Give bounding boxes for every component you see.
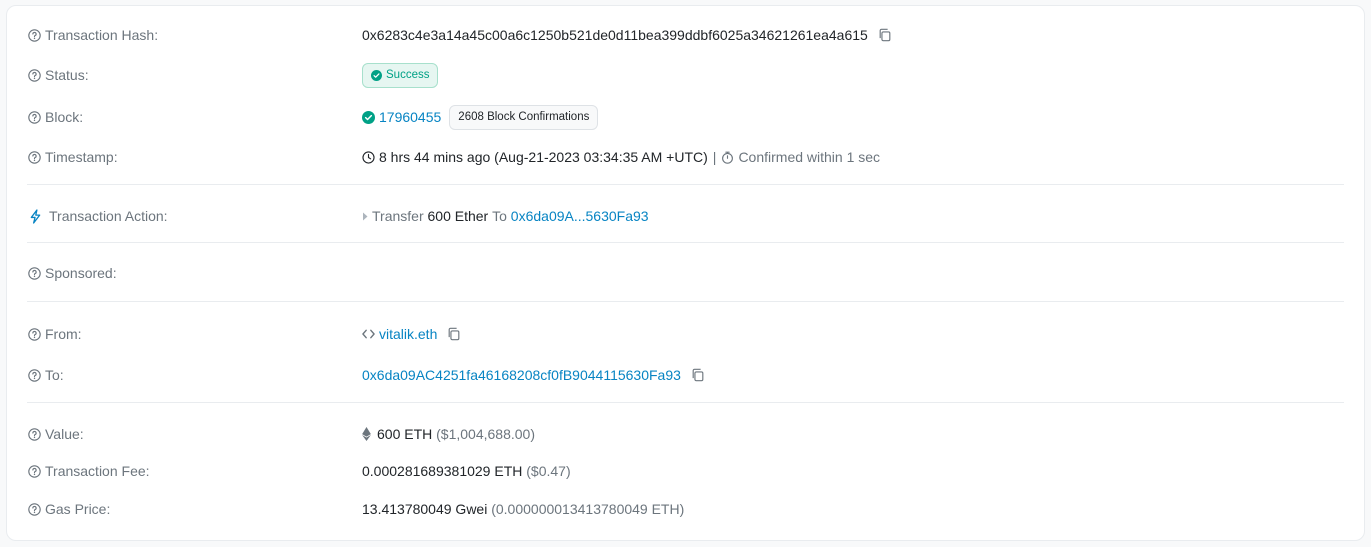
caret-right-icon[interactable] bbox=[362, 212, 368, 221]
row-timestamp: Timestamp: 8 hrs 44 mins ago (Aug-21-202… bbox=[27, 145, 1344, 169]
value-usd: ($1,004,688.00) bbox=[436, 426, 535, 442]
action-verb: Transfer bbox=[372, 208, 424, 224]
status-text: Success bbox=[386, 69, 430, 81]
label-gas-price: Gas Price: bbox=[45, 501, 111, 517]
clock-icon bbox=[362, 150, 375, 164]
label-value: Value: bbox=[45, 426, 84, 442]
question-circle-icon[interactable] bbox=[27, 68, 41, 82]
block-confirmations-badge: 2608 Block Confirmations bbox=[449, 104, 599, 130]
to-address-link[interactable]: 0x6da09AC4251fa46168208cf0fB9044115630Fa… bbox=[362, 367, 681, 383]
question-circle-icon[interactable] bbox=[27, 327, 41, 341]
transaction-overview-card: Transaction Hash: 0x6283c4e3a14a45c00a6c… bbox=[6, 5, 1365, 541]
divider bbox=[27, 402, 1344, 403]
stopwatch-icon bbox=[721, 151, 734, 164]
question-circle-icon[interactable] bbox=[27, 28, 41, 42]
from-address-link[interactable]: vitalik.eth bbox=[379, 326, 437, 342]
block-number-link[interactable]: 17960455 bbox=[379, 109, 441, 125]
copy-icon[interactable] bbox=[691, 368, 705, 382]
question-circle-icon[interactable] bbox=[27, 427, 41, 441]
label-transaction-action: Transaction Action: bbox=[49, 208, 168, 224]
label-timestamp: Timestamp: bbox=[45, 149, 118, 165]
question-circle-icon[interactable] bbox=[27, 150, 41, 164]
question-circle-icon[interactable] bbox=[27, 502, 41, 516]
divider bbox=[27, 242, 1344, 243]
confirmed-within: Confirmed within 1 sec bbox=[738, 149, 881, 165]
question-circle-icon[interactable] bbox=[27, 266, 41, 280]
label-block: Block: bbox=[45, 109, 84, 125]
row-transaction-hash: Transaction Hash: 0x6283c4e3a14a45c00a6c… bbox=[27, 23, 1344, 47]
check-circle-icon bbox=[362, 110, 375, 124]
timestamp-value: 8 hrs 44 mins ago (Aug-21-2023 03:34:35 … bbox=[379, 149, 708, 165]
label-transaction-hash: Transaction Hash: bbox=[45, 27, 159, 43]
copy-icon[interactable] bbox=[447, 327, 461, 341]
gas-price-eth: (0.000000013413780049 ETH) bbox=[491, 501, 685, 517]
action-amount: 600 Ether bbox=[427, 208, 489, 224]
question-circle-icon[interactable] bbox=[27, 110, 41, 124]
row-block: Block: 17960455 2608 Block Confirmations bbox=[27, 104, 1344, 130]
question-circle-icon[interactable] bbox=[27, 368, 41, 382]
row-sponsored: Sponsored: bbox=[27, 261, 1344, 285]
gas-price-gwei: 13.413780049 Gwei bbox=[362, 501, 488, 517]
label-from: From: bbox=[45, 326, 82, 342]
lightning-icon[interactable] bbox=[27, 208, 43, 224]
transaction-hash-value: 0x6283c4e3a14a45c00a6c1250b521de0d11bea3… bbox=[362, 27, 868, 43]
label-to: To: bbox=[45, 367, 64, 383]
timestamp-separator: | bbox=[712, 149, 717, 165]
row-transaction-fee: Transaction Fee: 0.000281689381029 ETH (… bbox=[27, 459, 1344, 483]
code-brackets-icon bbox=[362, 328, 375, 340]
question-circle-icon[interactable] bbox=[27, 464, 41, 478]
copy-icon[interactable] bbox=[878, 28, 892, 42]
status-badge: Success bbox=[362, 62, 439, 88]
value-eth: 600 ETH bbox=[377, 426, 433, 442]
row-value: Value: 600 ETH ($1,004,688.00) bbox=[27, 422, 1344, 446]
label-sponsored: Sponsored: bbox=[45, 265, 117, 281]
label-status: Status: bbox=[45, 67, 89, 83]
divider bbox=[27, 301, 1344, 302]
row-gas-price: Gas Price: 13.413780049 Gwei (0.00000001… bbox=[27, 497, 1344, 521]
check-circle-icon bbox=[371, 69, 382, 81]
row-to: To: 0x6da09AC4251fa46168208cf0fB90441156… bbox=[27, 363, 1344, 387]
action-to-word: To bbox=[492, 208, 507, 224]
ethereum-icon bbox=[362, 427, 371, 441]
row-from: From: vitalik.eth bbox=[27, 322, 1344, 346]
fee-usd: ($0.47) bbox=[526, 463, 571, 479]
row-transaction-action: Transaction Action: Transfer 600 Ether T… bbox=[27, 204, 1344, 228]
fee-eth: 0.000281689381029 ETH bbox=[362, 463, 523, 479]
row-status: Status: Success bbox=[27, 62, 1344, 88]
divider bbox=[27, 184, 1344, 185]
label-transaction-fee: Transaction Fee: bbox=[45, 463, 150, 479]
action-to-address-link[interactable]: 0x6da09A...5630Fa93 bbox=[511, 208, 649, 224]
